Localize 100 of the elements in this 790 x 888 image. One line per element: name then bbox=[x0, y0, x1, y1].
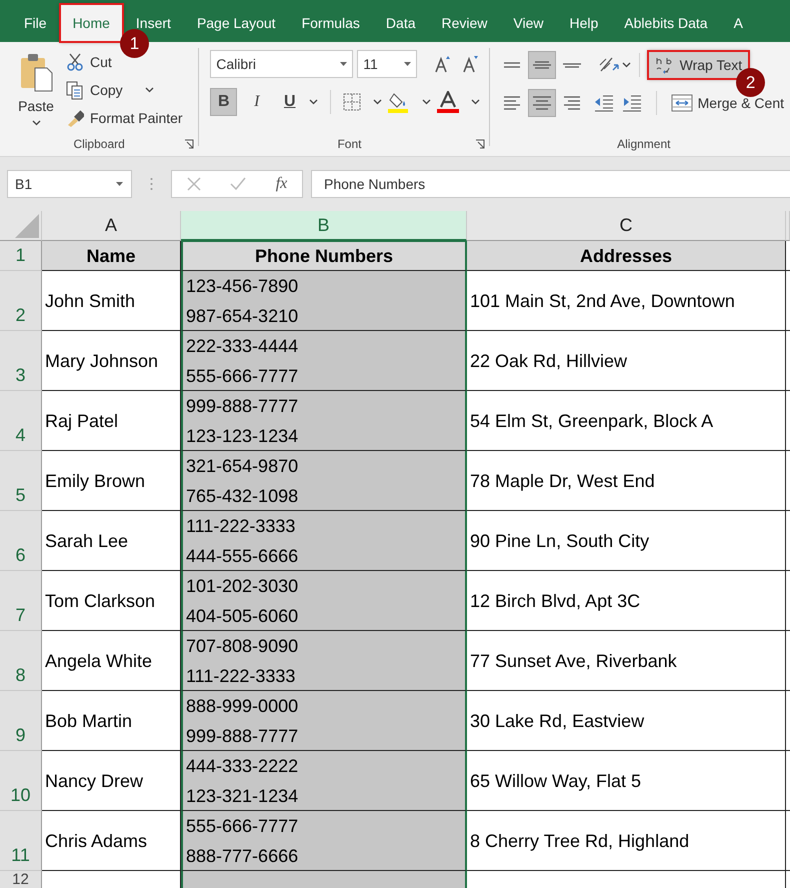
grow-font-icon[interactable] bbox=[433, 55, 452, 73]
align-lines-icon bbox=[532, 96, 551, 110]
format-button[interactable]: B bbox=[210, 88, 238, 116]
table-cell: Nancy Drew bbox=[42, 751, 181, 811]
dialog-launcher-icon[interactable] bbox=[474, 139, 485, 149]
ribbon-tab[interactable]: A bbox=[720, 4, 756, 42]
ribbon-tab[interactable]: Help bbox=[556, 4, 612, 42]
table-cell: 999-888-7777 123-123-1234 bbox=[181, 391, 467, 451]
font-size-field[interactable]: 11 bbox=[357, 50, 418, 78]
row-header[interactable]: 5 bbox=[0, 451, 42, 511]
caret-icon bbox=[422, 99, 432, 105]
merge-cells-icon bbox=[670, 94, 693, 112]
caret-icon bbox=[309, 99, 318, 105]
row-header[interactable]: 12 bbox=[0, 871, 42, 888]
align-lines-icon bbox=[562, 62, 581, 68]
align-lines-icon bbox=[564, 96, 580, 110]
column-header[interactable]: B bbox=[181, 211, 467, 241]
table-cell: Emily Brown bbox=[42, 451, 181, 511]
align-button[interactable] bbox=[528, 89, 556, 117]
table-cell: 22 Oak Rd, Hillview bbox=[467, 331, 786, 391]
insert-function-button[interactable]: fx bbox=[276, 175, 288, 193]
ribbon-tab[interactable]: Review bbox=[428, 4, 500, 42]
scissors-icon bbox=[66, 52, 84, 72]
table-cell: 78 Maple Dr, West End bbox=[467, 451, 786, 511]
ribbon-tab[interactable]: Formulas bbox=[288, 4, 373, 42]
table-cell: 12 Birch Blvd, Apt 3C bbox=[467, 571, 786, 631]
table-cell: 54 Elm St, Greenpark, Block A bbox=[467, 391, 786, 451]
row-header[interactable]: 8 bbox=[0, 631, 42, 691]
table-cell: 123-456-7890 987-654-3210 bbox=[181, 271, 467, 331]
column-header[interactable]: A bbox=[42, 211, 181, 241]
table-cell: Addresses bbox=[467, 241, 786, 271]
decrease-indent-icon[interactable] bbox=[594, 94, 614, 112]
shrink-font-icon[interactable] bbox=[461, 55, 480, 73]
grip-icon bbox=[150, 177, 153, 191]
table-cell: John Smith bbox=[42, 271, 181, 331]
brush-icon bbox=[66, 108, 84, 128]
table-cell: 101-202-3030 404-505-6060 bbox=[181, 571, 467, 631]
table-cell: 222-333-4444 555-666-7777 bbox=[181, 331, 467, 391]
row-header[interactable]: 11 bbox=[0, 811, 42, 871]
align-lines-icon bbox=[504, 62, 520, 68]
ribbon-tab[interactable]: Data bbox=[372, 4, 428, 42]
caret-icon bbox=[471, 99, 480, 105]
ribbon-tab[interactable]: Home bbox=[60, 4, 123, 42]
table-cell: 101 Main St, 2nd Ave, Downtown bbox=[467, 271, 786, 331]
format-button[interactable]: U bbox=[276, 88, 304, 116]
table-cell: Chris Adams bbox=[42, 811, 181, 871]
font-color-icon bbox=[437, 91, 460, 113]
fill-color-icon bbox=[388, 91, 410, 113]
row-header[interactable]: 7 bbox=[0, 571, 42, 631]
row-header[interactable]: 9 bbox=[0, 691, 42, 751]
formula-field[interactable]: Phone Numbers bbox=[311, 170, 790, 198]
row-header[interactable]: 3 bbox=[0, 331, 42, 391]
caret-icon bbox=[144, 87, 154, 93]
table-cell: 65 Willow Way, Flat 5 bbox=[467, 751, 786, 811]
column-header[interactable]: C bbox=[467, 211, 786, 241]
align-lines-icon bbox=[532, 61, 551, 69]
font-name-field[interactable]: Calibri bbox=[210, 50, 354, 78]
row-header[interactable]: 4 bbox=[0, 391, 42, 451]
table-cell: 321-654-9870 765-432-1098 bbox=[181, 451, 467, 511]
format-button[interactable]: I bbox=[243, 88, 270, 116]
ribbon-button[interactable]: Copy bbox=[66, 79, 183, 101]
increase-indent-icon[interactable] bbox=[622, 94, 642, 112]
table-cell: Mary Johnson bbox=[42, 331, 181, 391]
align-button[interactable] bbox=[528, 51, 556, 79]
table-cell: 444-333-2222 123-321-1234 bbox=[181, 751, 467, 811]
borders-icon bbox=[343, 93, 362, 111]
ribbon-tab[interactable]: View bbox=[500, 4, 556, 42]
ribbon-button[interactable]: Format Painter bbox=[66, 107, 183, 129]
select-all-icon bbox=[15, 214, 39, 238]
table-cell: 90 Pine Ln, South City bbox=[467, 511, 786, 571]
copy-icon bbox=[66, 80, 84, 100]
dropdown-icon bbox=[340, 62, 348, 66]
table-cell: 707-808-9090 111-222-3333 bbox=[181, 631, 467, 691]
table-cell: 30 Lake Rd, Eastview bbox=[467, 691, 786, 751]
group-label: Font bbox=[337, 137, 362, 151]
caret-icon bbox=[622, 62, 631, 68]
name-box-field[interactable]: B1 bbox=[7, 170, 132, 198]
table-cell: Angela White bbox=[42, 631, 181, 691]
table-cell: 888-999-0000 999-888-7777 bbox=[181, 691, 467, 751]
row-header[interactable]: 6 bbox=[0, 511, 42, 571]
table-cell: Bob Martin bbox=[42, 691, 181, 751]
table-cell: 77 Sunset Ave, Riverbank bbox=[467, 631, 786, 691]
row-header[interactable]: 1 bbox=[0, 241, 42, 271]
table-cell: Sarah Lee bbox=[42, 511, 181, 571]
check-icon[interactable] bbox=[230, 177, 246, 191]
group-label: Clipboard bbox=[73, 137, 125, 151]
paste-button[interactable]: Paste bbox=[10, 50, 62, 129]
caret-icon bbox=[373, 99, 382, 105]
dropdown-icon bbox=[404, 62, 412, 66]
ribbon-tab[interactable]: Ablebits Data bbox=[611, 4, 721, 42]
table-cell: Phone Numbers bbox=[181, 241, 467, 271]
row-header[interactable]: 2 bbox=[0, 271, 42, 331]
ribbon-tab[interactable]: Page Layout bbox=[184, 4, 289, 42]
group-label: Alignment bbox=[617, 137, 670, 151]
row-header[interactable]: 10 bbox=[0, 751, 42, 811]
table-cell: Raj Patel bbox=[42, 391, 181, 451]
caret-icon bbox=[32, 120, 40, 126]
table-cell: 8 Cherry Tree Rd, Highland bbox=[467, 811, 786, 871]
ribbon-tab[interactable]: File bbox=[11, 4, 60, 42]
dialog-launcher-icon[interactable] bbox=[184, 139, 194, 149]
